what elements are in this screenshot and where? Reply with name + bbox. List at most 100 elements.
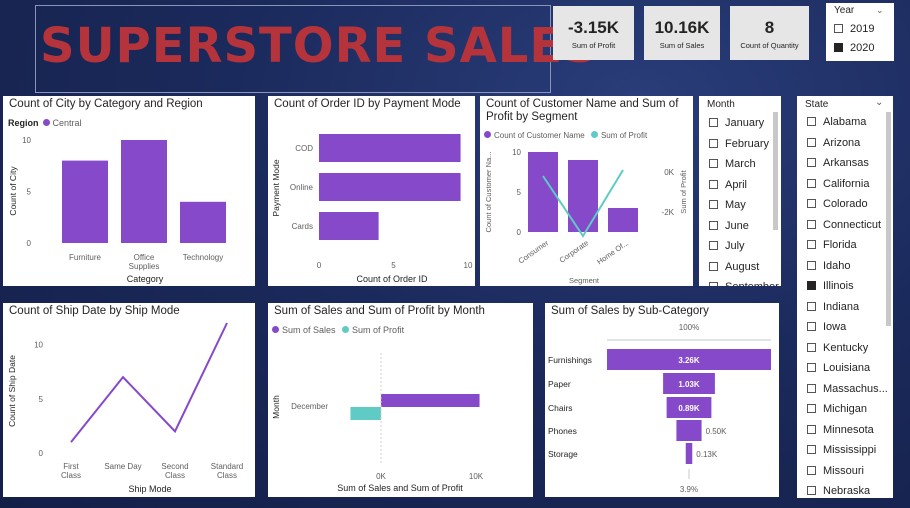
state-option[interactable]: Louisiana bbox=[807, 362, 870, 374]
checkbox[interactable] bbox=[807, 322, 816, 331]
state-option[interactable]: Iowa bbox=[807, 321, 846, 333]
checkbox[interactable] bbox=[807, 404, 816, 413]
chevron-down-icon[interactable]: ⌄ bbox=[876, 5, 884, 16]
checkbox[interactable] bbox=[807, 281, 816, 290]
segment-chart-card[interactable]: Count of Customer Name and Sum of Profit… bbox=[480, 96, 693, 286]
checkbox[interactable] bbox=[709, 179, 718, 189]
x-tick-label: Same Day bbox=[104, 462, 141, 471]
bar bbox=[350, 407, 381, 420]
month-option-label: March bbox=[725, 158, 756, 170]
month-option[interactable]: May bbox=[709, 199, 746, 211]
checkbox[interactable] bbox=[709, 282, 718, 286]
state-option-label: Nebraska bbox=[823, 485, 871, 497]
state-option[interactable]: California bbox=[807, 178, 869, 190]
checkbox[interactable] bbox=[709, 118, 718, 127]
checkbox[interactable] bbox=[709, 261, 718, 271]
checkbox[interactable] bbox=[807, 260, 816, 270]
kpi-card-quantity[interactable]: 8 Count of Quantity bbox=[730, 6, 809, 60]
x-tick-label: Corporate bbox=[558, 238, 590, 265]
checkbox[interactable] bbox=[807, 465, 816, 475]
state-slicer[interactable]: State ⌄ Alabama Arizona Arkansas California… bbox=[797, 96, 893, 498]
month-option[interactable]: September bbox=[709, 281, 779, 286]
month-option[interactable]: March bbox=[709, 158, 756, 170]
year-option-2020[interactable]: 2020 bbox=[834, 42, 874, 54]
x-tick-label: Furniture bbox=[69, 253, 102, 262]
checkbox[interactable] bbox=[807, 137, 816, 147]
funnel-top-label: 100% bbox=[679, 323, 699, 332]
state-option[interactable]: Missouri bbox=[807, 465, 864, 477]
checkbox[interactable] bbox=[834, 43, 843, 52]
state-option[interactable]: Connecticut bbox=[807, 219, 881, 231]
checkbox[interactable] bbox=[807, 199, 816, 208]
x-tick-label: Technology bbox=[183, 253, 223, 262]
chevron-down-icon[interactable]: ⌄ bbox=[875, 97, 883, 108]
checkbox[interactable] bbox=[807, 342, 816, 352]
state-option[interactable]: Minnesota bbox=[807, 424, 874, 436]
x-tick-label: 0K bbox=[376, 472, 386, 481]
month-option[interactable]: July bbox=[709, 240, 745, 252]
year-slicer[interactable]: Year ⌄ 2019 2020 bbox=[826, 3, 894, 61]
checkbox[interactable] bbox=[709, 241, 718, 250]
checkbox[interactable] bbox=[709, 220, 718, 230]
y-tick-label: Online bbox=[290, 183, 314, 192]
checkbox[interactable] bbox=[709, 159, 718, 168]
ship-mode-chart-card[interactable]: Count of Ship Date by Ship Mode 0 5 10 Coun… bbox=[3, 303, 255, 497]
checkbox[interactable] bbox=[709, 138, 718, 148]
x-axis-label: Count of Order ID bbox=[356, 274, 428, 284]
month-option[interactable]: August bbox=[709, 261, 759, 273]
state-option[interactable]: Illinois bbox=[807, 280, 854, 292]
checkbox[interactable] bbox=[807, 240, 816, 249]
kpi-card-sales[interactable]: 10.16K Sum of Sales bbox=[644, 6, 720, 60]
state-option[interactable]: Kentucky bbox=[807, 342, 868, 354]
state-option[interactable]: Indiana bbox=[807, 301, 859, 313]
state-option-label: Connecticut bbox=[823, 218, 882, 231]
checkbox[interactable] bbox=[807, 117, 816, 126]
state-option[interactable]: Florida bbox=[807, 239, 857, 251]
state-option[interactable]: Colorado bbox=[807, 198, 868, 210]
city-category-chart-card[interactable]: Count of City by Category and Region Reg… bbox=[3, 96, 255, 286]
checkbox[interactable] bbox=[807, 424, 816, 434]
month-option[interactable]: February bbox=[709, 138, 769, 150]
state-option[interactable]: Arizona bbox=[807, 137, 860, 149]
state-option[interactable]: Mississippi bbox=[807, 444, 876, 456]
month-option[interactable]: June bbox=[709, 220, 749, 232]
checkbox[interactable] bbox=[709, 200, 718, 209]
checkbox[interactable] bbox=[807, 178, 816, 188]
scrollbar[interactable] bbox=[886, 112, 891, 326]
x-axis-label: Category bbox=[127, 274, 164, 284]
kpi-label: Sum of Profit bbox=[571, 41, 616, 50]
title-banner: SUPERSTORE SALES bbox=[35, 5, 598, 93]
state-option[interactable]: Nebraska bbox=[807, 485, 870, 497]
subcategory-funnel-card[interactable]: Sum of Sales by Sub-Category 100% Furnish… bbox=[545, 303, 779, 497]
state-option[interactable]: Arkansas bbox=[807, 157, 869, 169]
state-option[interactable]: Michigan bbox=[807, 403, 867, 415]
state-option[interactable]: Alabama bbox=[807, 116, 866, 128]
state-option-label: Louisiana bbox=[823, 362, 871, 374]
checkbox[interactable] bbox=[807, 445, 816, 454]
month-sales-chart-card[interactable]: Sum of Sales and Sum of Profit by Month … bbox=[268, 303, 533, 497]
checkbox[interactable] bbox=[807, 301, 816, 311]
month-option-label: April bbox=[725, 178, 748, 191]
checkbox[interactable] bbox=[807, 486, 816, 495]
y-tick-label: 5 bbox=[39, 395, 44, 404]
month-option[interactable]: January bbox=[709, 117, 764, 129]
checkbox[interactable] bbox=[807, 219, 816, 229]
state-option[interactable]: Massachus... bbox=[807, 383, 888, 395]
checkbox[interactable] bbox=[807, 363, 816, 372]
state-option[interactable]: Idaho bbox=[807, 260, 851, 272]
kpi-card-profit[interactable]: -3.15K Sum of Profit bbox=[553, 6, 634, 60]
bar bbox=[319, 134, 461, 162]
y-axis-label: Count of City bbox=[8, 166, 18, 216]
month-slicer[interactable]: Month January February March April May June Ju… bbox=[699, 96, 781, 286]
y-tick-label: Cards bbox=[292, 222, 313, 231]
data-label: 1.03K bbox=[678, 380, 700, 389]
checkbox[interactable] bbox=[807, 383, 816, 393]
year-option-2019[interactable]: 2019 bbox=[834, 23, 874, 35]
x-tick-label: Second bbox=[161, 462, 188, 471]
scrollbar[interactable] bbox=[773, 112, 778, 230]
payment-mode-chart-card[interactable]: Count of Order ID by Payment Mode COD Onl… bbox=[268, 96, 475, 286]
month-option[interactable]: April bbox=[709, 179, 747, 191]
checkbox[interactable] bbox=[834, 24, 843, 33]
x-tick-label: 0 bbox=[317, 261, 322, 270]
checkbox[interactable] bbox=[807, 158, 816, 167]
